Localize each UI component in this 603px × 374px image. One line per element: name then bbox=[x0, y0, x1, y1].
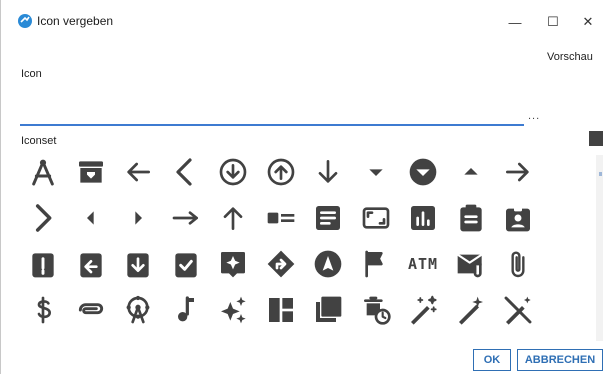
clipboard-icon[interactable] bbox=[453, 200, 489, 236]
iconset-label: Iconset bbox=[21, 135, 57, 147]
iconset-grid: ATM bbox=[25, 154, 585, 344]
dollar-icon[interactable] bbox=[25, 292, 61, 328]
badge-icon[interactable] bbox=[500, 200, 536, 236]
attach-email-icon[interactable] bbox=[453, 246, 489, 282]
auto-fix-icon[interactable] bbox=[405, 292, 441, 328]
caret-right-icon[interactable] bbox=[120, 200, 156, 236]
arrow-right-icon[interactable] bbox=[500, 154, 536, 190]
arrow-left-icon[interactable] bbox=[120, 154, 156, 190]
directions-icon[interactable] bbox=[263, 246, 299, 282]
browse-ellipsis-button[interactable]: ... bbox=[528, 110, 540, 122]
archive-icon[interactable] bbox=[73, 154, 109, 190]
ferris-wheel-icon[interactable] bbox=[120, 292, 156, 328]
iconset-scrollbar[interactable] bbox=[596, 155, 603, 341]
icon-label: Icon bbox=[21, 68, 42, 80]
auto-awesome-icon[interactable] bbox=[215, 292, 251, 328]
preview-square bbox=[589, 131, 603, 146]
scrollbar-thumb[interactable] bbox=[599, 172, 602, 176]
caret-left-icon[interactable] bbox=[73, 200, 109, 236]
aspect-ratio-icon[interactable] bbox=[358, 200, 394, 236]
clipboard-alert-icon[interactable] bbox=[25, 246, 61, 282]
app-icon bbox=[18, 14, 32, 28]
bar-chart-icon[interactable] bbox=[405, 200, 441, 236]
article-icon[interactable] bbox=[310, 200, 346, 236]
music-note-icon[interactable] bbox=[168, 292, 204, 328]
atm-text: ATM bbox=[407, 255, 439, 273]
arrow-right-long-icon[interactable] bbox=[168, 200, 204, 236]
clipboard-arrow-down-icon[interactable] bbox=[120, 246, 156, 282]
atm-icon[interactable]: ATM bbox=[405, 246, 441, 282]
maximize-button[interactable]: ☐ bbox=[533, 8, 573, 36]
arrow-circle-down-icon[interactable] bbox=[215, 154, 251, 190]
chevron-circle-down-icon[interactable] bbox=[405, 154, 441, 190]
arrow-down-icon[interactable] bbox=[310, 154, 346, 190]
assistant-icon[interactable] bbox=[215, 246, 251, 282]
icon-input[interactable] bbox=[20, 88, 524, 126]
chevron-right-icon[interactable] bbox=[25, 200, 61, 236]
library-icon[interactable] bbox=[310, 292, 346, 328]
arrow-circle-up-icon[interactable] bbox=[263, 154, 299, 190]
close-button[interactable]: ✕ bbox=[568, 8, 603, 36]
preview-label: Vorschau bbox=[547, 51, 593, 63]
caret-up-icon[interactable] bbox=[453, 154, 489, 190]
delete-clock-icon[interactable] bbox=[358, 292, 394, 328]
auto-fix-off-icon[interactable] bbox=[500, 292, 536, 328]
ok-button[interactable]: OK bbox=[473, 349, 511, 371]
cancel-button[interactable]: ABBRECHEN bbox=[517, 349, 603, 371]
title-bar: Icon vergeben — ☐ ✕ bbox=[1, 8, 603, 36]
compass-icon[interactable] bbox=[25, 154, 61, 190]
top-strip bbox=[1, 0, 603, 8]
clipboard-arrow-left-icon[interactable] bbox=[73, 246, 109, 282]
clipboard-check-icon[interactable] bbox=[168, 246, 204, 282]
attach-file-icon[interactable] bbox=[500, 246, 536, 282]
image-list-icon[interactable] bbox=[263, 200, 299, 236]
navigation-icon[interactable] bbox=[310, 246, 346, 282]
window-title: Icon vergeben bbox=[37, 14, 114, 28]
dashboard-icon[interactable] bbox=[263, 292, 299, 328]
caret-down-icon[interactable] bbox=[358, 154, 394, 190]
arrow-up-icon[interactable] bbox=[215, 200, 251, 236]
dialog-window: Icon vergeben — ☐ ✕ Icon Vorschau ... Ic… bbox=[0, 0, 603, 374]
magic-wand-icon[interactable] bbox=[453, 292, 489, 328]
chevron-left-icon[interactable] bbox=[168, 154, 204, 190]
flag-icon[interactable] bbox=[358, 246, 394, 282]
attachment-icon[interactable] bbox=[73, 292, 109, 328]
minimize-button[interactable]: — bbox=[495, 8, 535, 36]
